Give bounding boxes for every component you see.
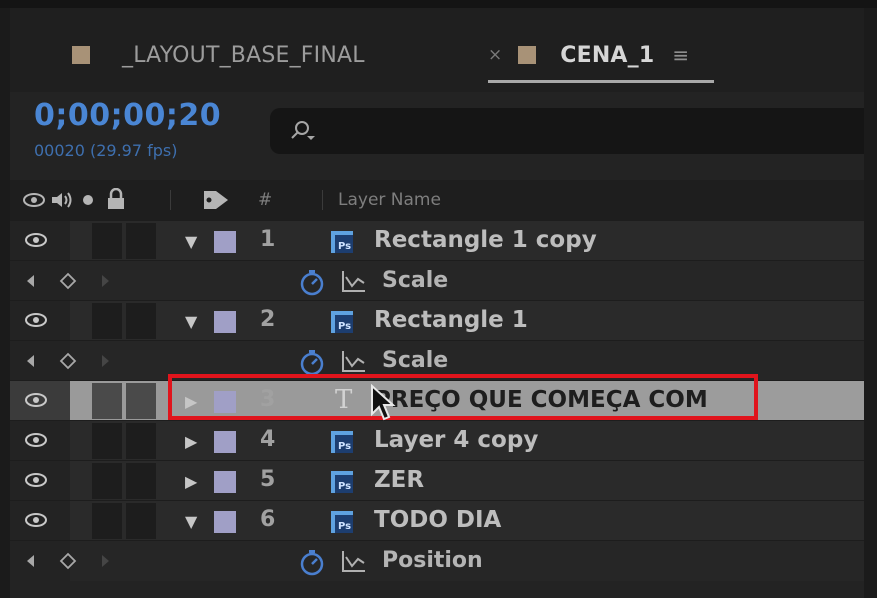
photoshop-layer-icon: Ps [331,511,353,533]
solo-switch[interactable] [92,383,122,419]
photoshop-layer-icon: Ps [331,231,353,253]
close-icon[interactable]: × [488,45,502,65]
layer-name[interactable]: Rectangle 1 [374,307,528,333]
twirl-open-icon[interactable]: ▼ [185,232,197,251]
layer-name[interactable]: TODO DIA [374,507,501,533]
layer-name[interactable]: ZER [374,467,424,493]
eye-icon[interactable] [24,311,48,329]
solo-switch[interactable] [92,423,122,459]
search-input[interactable] [270,108,864,154]
layer-name-header[interactable]: Layer Name [338,190,441,210]
label-color-swatch[interactable] [214,511,236,533]
tab-label: _LAYOUT_BASE_FINAL [122,42,365,68]
window-top-strip [0,0,877,8]
property-row[interactable]: Scale [10,260,864,301]
eye-icon[interactable] [24,511,48,529]
twirl-closed-icon[interactable]: ▶ [185,472,197,491]
annotation-highlight-box [168,374,758,420]
tab-label: CENA_1 [560,42,655,68]
layer-number: 5 [260,467,276,492]
stopwatch-icon[interactable] [298,348,326,376]
label-color-swatch[interactable] [214,311,236,333]
lock-switch[interactable] [126,503,156,539]
eye-icon[interactable] [24,391,48,409]
svg-text:Ps: Ps [338,241,351,252]
tab-cena-1[interactable]: × CENA_1 ≡ [488,40,689,70]
panel-menu-icon[interactable]: ≡ [672,43,689,67]
frame-rate-display: 00020 (29.97 fps) [34,141,178,160]
lock-switch[interactable] [126,383,156,419]
property-name: Position [382,548,483,573]
current-time-display[interactable]: 0;00;00;20 [34,98,221,133]
eye-icon[interactable] [24,231,48,249]
lock-switch[interactable] [126,303,156,339]
panel-left-frame [0,8,10,598]
keyframe-navigator-icon[interactable] [24,551,124,571]
svg-text:Ps: Ps [338,481,351,492]
lock-switch[interactable] [126,223,156,259]
property-row[interactable]: Position [10,540,864,581]
layer-number: 4 [260,427,276,452]
timeline-panel: _LAYOUT_BASE_FINAL × CENA_1 ≡ 0;00;00;20… [10,8,864,598]
stopwatch-icon[interactable] [298,268,326,296]
graph-editor-icon[interactable] [341,269,367,293]
graph-editor-icon[interactable] [341,549,367,573]
label-color-swatch[interactable] [214,231,236,253]
layer-row[interactable]: ▶ 5 Ps ZER [10,460,864,501]
property-name: Scale [382,268,449,293]
layer-number-header: # [258,190,273,210]
lock-switch[interactable] [126,463,156,499]
label-color-swatch[interactable] [214,431,236,453]
svg-text:Ps: Ps [338,521,351,532]
svg-text:Ps: Ps [338,321,351,332]
photoshop-layer-icon: Ps [331,471,353,493]
keyframe-navigator-icon[interactable] [24,351,124,371]
layer-name[interactable]: Rectangle 1 copy [374,227,597,253]
keyframe-navigator-icon[interactable] [24,271,124,291]
svg-text:Ps: Ps [338,441,351,452]
header-separator [170,190,171,210]
solo-switch[interactable] [92,503,122,539]
active-tab-underline [488,80,714,83]
layer-row[interactable]: ▼ 6 Ps TODO DIA [10,500,864,541]
lock-icon [108,188,124,209]
comp-color-swatch [72,46,90,64]
panel-right-frame [864,8,877,598]
layer-number: 1 [260,227,276,252]
solo-switch[interactable] [92,223,122,259]
layer-row[interactable]: ▼ 1 Ps Rectangle 1 copy [10,220,864,261]
layer-row[interactable]: ▶ 4 Ps Layer 4 copy [10,420,864,461]
video-eye-icon [23,193,45,207]
tab-bar: _LAYOUT_BASE_FINAL × CENA_1 ≡ [10,8,864,92]
search-icon [291,121,315,140]
header-separator [322,190,323,210]
graph-editor-icon[interactable] [341,349,367,373]
layer-column-header: # Layer Name [10,180,864,220]
label-tag-icon [204,191,228,209]
comp-color-swatch [518,46,537,64]
lock-switch[interactable] [126,423,156,459]
twirl-open-icon[interactable]: ▼ [185,312,197,331]
stopwatch-icon[interactable] [298,548,326,576]
photoshop-layer-icon: Ps [331,311,353,333]
solo-dot-icon [83,195,93,205]
layer-row[interactable]: ▼ 2 Ps Rectangle 1 [10,300,864,341]
property-name: Scale [382,348,449,373]
layer-number: 2 [260,307,276,332]
solo-switch[interactable] [92,303,122,339]
layer-name[interactable]: Layer 4 copy [374,427,538,453]
mouse-pointer-icon [371,384,396,421]
twirl-closed-icon[interactable]: ▶ [185,432,197,451]
tab-layout-base-final[interactable]: _LAYOUT_BASE_FINAL [72,40,365,70]
layer-number: 6 [260,507,276,532]
audio-speaker-icon [52,192,72,208]
twirl-open-icon[interactable]: ▼ [185,512,197,531]
eye-icon[interactable] [24,431,48,449]
label-color-swatch[interactable] [214,471,236,493]
eye-icon[interactable] [24,471,48,489]
solo-switch[interactable] [92,463,122,499]
photoshop-layer-icon: Ps [331,431,353,453]
